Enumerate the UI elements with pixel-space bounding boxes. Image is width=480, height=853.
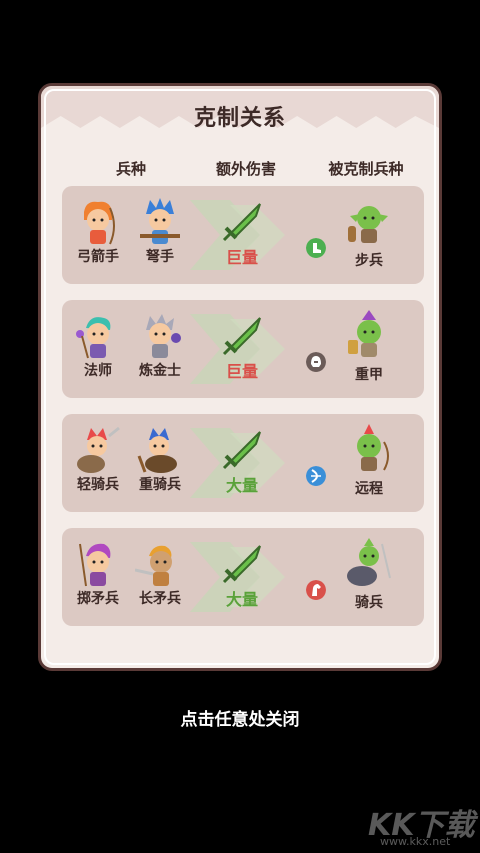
light-cavalry-portrait-icon — [77, 426, 120, 473]
helmet-icon — [306, 352, 326, 372]
javelin-thrower-portrait-icon — [79, 543, 111, 587]
bow-icon — [306, 466, 326, 486]
goblin-infantry-icon — [348, 206, 388, 243]
sword-icon — [222, 431, 261, 470]
crossbowman-portrait-icon — [140, 198, 180, 244]
goblin-ranged-icon — [357, 424, 389, 471]
archer-portrait-icon — [84, 201, 115, 245]
damage-amount: 大量 — [225, 476, 258, 495]
unit-label: 重甲 — [355, 367, 383, 383]
unit-light-cavalry: 轻骑兵 — [68, 426, 128, 494]
alchemist-portrait-icon — [146, 314, 181, 358]
horse-icon — [306, 580, 326, 600]
countered-unit-cavalry: 骑兵 — [334, 538, 404, 612]
unit-javelin-thrower: 掷矛兵 — [68, 540, 128, 608]
sword-icon — [222, 203, 261, 242]
unit-mage: 法师 — [68, 312, 128, 380]
unit-label: 炼金士 — [139, 363, 181, 379]
unit-label: 重骑兵 — [139, 477, 181, 493]
unit-pikeman: 长矛兵 — [130, 540, 190, 608]
unit-label: 掷矛兵 — [77, 591, 119, 607]
unit-label: 轻骑兵 — [77, 477, 119, 493]
counter-row: 掷矛兵 长矛兵 大量 骑兵 — [62, 528, 424, 626]
damage-amount: 大量 — [225, 590, 258, 609]
unit-label: 弩手 — [146, 249, 174, 265]
boot-icon — [306, 238, 326, 258]
tap-anywhere-to-close-hint[interactable]: 点击任意处关闭 — [0, 705, 480, 730]
mage-portrait-icon — [76, 317, 111, 359]
counter-row: 轻骑兵 重骑兵 大量 远程 — [62, 414, 424, 512]
unit-label: 远程 — [355, 481, 383, 497]
unit-heavy-cavalry: 重骑兵 — [130, 426, 190, 494]
damage-amount: 巨量 — [225, 248, 258, 267]
goblin-heavy-armor-icon — [348, 310, 381, 357]
unit-label: 长矛兵 — [139, 591, 181, 607]
dialog-title: 克制关系 — [193, 106, 286, 131]
unit-label: 骑兵 — [355, 595, 383, 611]
unit-label: 弓箭手 — [77, 249, 119, 265]
goblin-cavalry-icon — [347, 538, 391, 586]
countered-unit-heavy-armor: 重甲 — [334, 310, 404, 384]
unit-alchemist: 炼金士 — [130, 312, 190, 380]
column-header-unit: 兵种 — [115, 160, 146, 178]
watermark-url: www.kkx.net — [380, 835, 451, 848]
countered-unit-infantry: 步兵 — [334, 196, 404, 270]
damage-amount: 巨量 — [225, 362, 258, 381]
counter-row: 法师 炼金士 巨量 重甲 — [62, 300, 424, 398]
heavy-cavalry-portrait-icon — [137, 428, 177, 473]
dialog-header: 克制关系 — [41, 86, 439, 142]
sword-icon — [222, 545, 261, 584]
unit-crossbowman: 弩手 — [130, 198, 190, 266]
counter-row: 弓箭手 弩手 巨量 步兵 — [62, 186, 424, 284]
pikeman-portrait-icon — [135, 545, 172, 586]
column-header-countered: 被克制兵种 — [328, 160, 404, 178]
countered-unit-ranged: 远程 — [334, 424, 404, 498]
unit-label: 法师 — [84, 363, 112, 379]
counter-relations-dialog: 克制关系 兵种 额外伤害 被克制兵种 弓箭手 弩手 巨量 步兵 法师 炼金士 巨… — [38, 83, 442, 671]
column-header-damage: 额外伤害 — [215, 160, 276, 178]
unit-label: 步兵 — [355, 253, 383, 269]
sword-icon — [222, 317, 261, 356]
unit-archer: 弓箭手 — [68, 198, 128, 266]
